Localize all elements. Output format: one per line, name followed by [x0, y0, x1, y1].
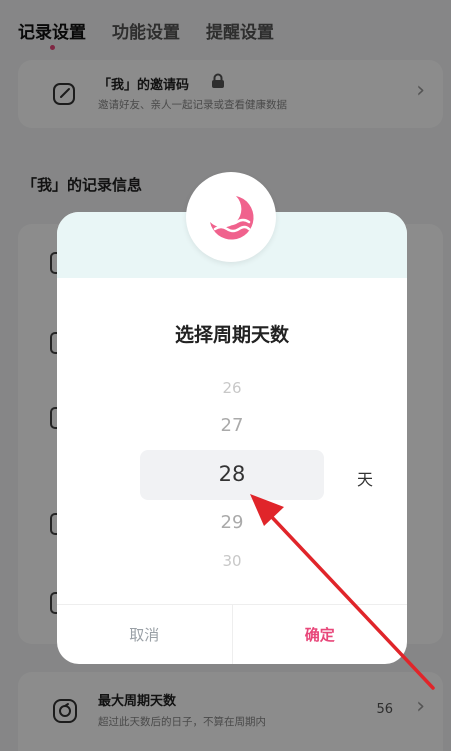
annotation-arrow-icon: [250, 494, 435, 690]
